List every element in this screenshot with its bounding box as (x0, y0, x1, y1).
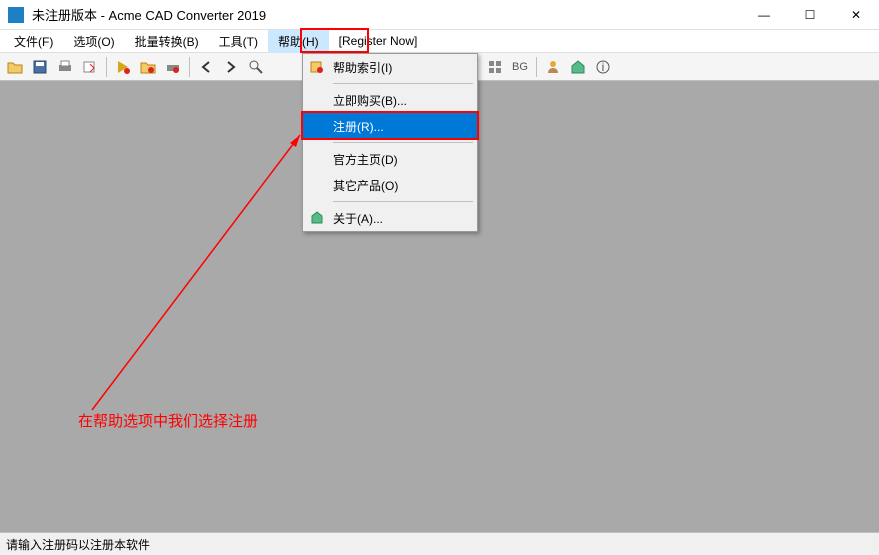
export-button[interactable] (79, 56, 101, 78)
status-text: 请输入注册码以注册本软件 (6, 536, 150, 553)
home-icon (309, 210, 325, 226)
dropdown-separator (333, 201, 473, 202)
close-button[interactable]: ✕ (833, 0, 879, 30)
titlebar: 未注册版本 - Acme CAD Converter 2019 — ☐ ✕ (0, 0, 879, 30)
dropdown-item-label: 帮助索引(I) (333, 59, 392, 76)
menu-options[interactable]: 选项(O) (63, 30, 124, 53)
dropdown-item-label: 注册(R)... (333, 118, 384, 135)
nav-next-button[interactable] (220, 56, 242, 78)
toolbar-separator (189, 57, 190, 77)
app-icon (8, 7, 24, 23)
minimize-button[interactable]: — (741, 0, 787, 30)
dropdown-item-label: 立即购买(B)... (333, 92, 407, 109)
help-book-icon (309, 59, 325, 75)
info-button[interactable]: i (592, 56, 614, 78)
menu-item-about[interactable]: 关于(A)... (303, 205, 477, 231)
print-button[interactable] (54, 56, 76, 78)
batch-print-button[interactable] (162, 56, 184, 78)
window-title: 未注册版本 - Acme CAD Converter 2019 (32, 5, 741, 24)
menu-item-homepage[interactable]: 官方主页(D) (303, 146, 477, 172)
menu-file[interactable]: 文件(F) (4, 30, 63, 53)
menu-help[interactable]: 帮助(H) (268, 30, 329, 53)
save-button[interactable] (29, 56, 51, 78)
background-button[interactable]: BG (509, 56, 531, 78)
dropdown-separator (333, 142, 473, 143)
statusbar: 请输入注册码以注册本软件 (0, 532, 879, 555)
menu-item-buy-now[interactable]: 立即购买(B)... (303, 87, 477, 113)
home-button[interactable] (567, 56, 589, 78)
zoom-button[interactable] (245, 56, 267, 78)
batch-convert-button[interactable] (112, 56, 134, 78)
help-menu-dropdown: 帮助索引(I) 立即购买(B)... 注册(R)... 官方主页(D) 其它产品… (302, 53, 478, 232)
batch-folder-button[interactable] (137, 56, 159, 78)
dropdown-item-label: 其它产品(O) (333, 177, 398, 194)
dropdown-separator (333, 83, 473, 84)
toolbar-separator (106, 57, 107, 77)
window-controls: — ☐ ✕ (741, 0, 879, 30)
user-button[interactable] (542, 56, 564, 78)
open-button[interactable] (4, 56, 26, 78)
annotation-text: 在帮助选项中我们选择注册 (78, 410, 258, 431)
grid-view-button[interactable] (484, 56, 506, 78)
menu-item-other-products[interactable]: 其它产品(O) (303, 172, 477, 198)
menu-item-register[interactable]: 注册(R)... (303, 113, 477, 139)
menu-item-help-index[interactable]: 帮助索引(I) (303, 54, 477, 80)
toolbar-separator (536, 57, 537, 77)
maximize-button[interactable]: ☐ (787, 0, 833, 30)
dropdown-item-label: 关于(A)... (333, 210, 383, 227)
dropdown-item-label: 官方主页(D) (333, 151, 398, 168)
menu-register-now[interactable]: [Register Now] (329, 31, 428, 51)
menubar: 文件(F) 选项(O) 批量转换(B) 工具(T) 帮助(H) [Registe… (0, 30, 879, 53)
nav-prev-button[interactable] (195, 56, 217, 78)
svg-text:i: i (602, 60, 605, 74)
menu-batch[interactable]: 批量转换(B) (125, 30, 209, 53)
menu-tools[interactable]: 工具(T) (209, 30, 268, 53)
